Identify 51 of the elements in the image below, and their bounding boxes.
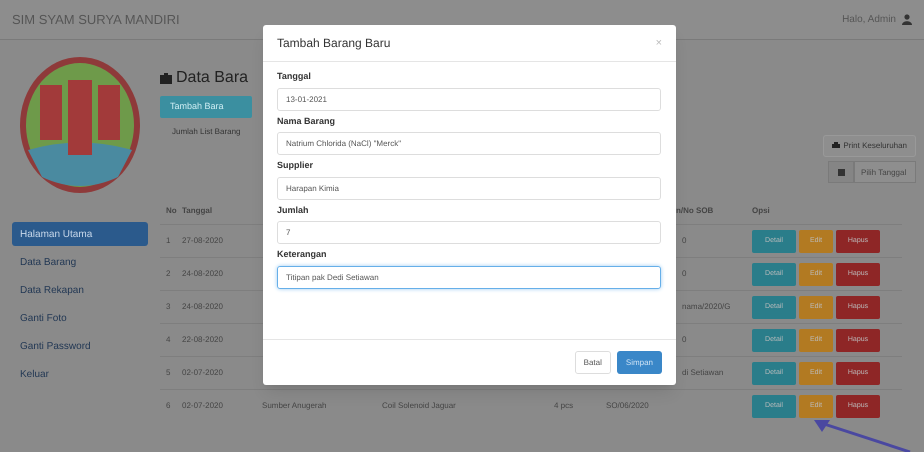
column-header: n/No SOB bbox=[675, 205, 714, 217]
date-field[interactable]: Pilih Tanggal bbox=[854, 161, 916, 183]
input-field[interactable]: Titipan pak Dedi Setiawan bbox=[277, 266, 661, 288]
table-cell: 02-07-2020 bbox=[180, 389, 262, 422]
calendar-icon bbox=[838, 168, 844, 176]
app-title: SIM SYAM SURYA MANDIRI bbox=[12, 10, 180, 29]
print-button[interactable]: Print Keseluruhan bbox=[823, 135, 916, 157]
user-icon[interactable] bbox=[902, 14, 912, 25]
input-field[interactable]: Natrium Chlorida (NaCl) "Merck" bbox=[277, 132, 661, 155]
sidebar-item[interactable]: Data Barang bbox=[12, 250, 148, 274]
table-cell: 22-08-2020 bbox=[180, 323, 262, 356]
column-header: No bbox=[165, 205, 178, 217]
modal-title: Tambah Barang Baru bbox=[277, 35, 390, 52]
table-cell: 4 bbox=[160, 323, 180, 356]
field-label: Keterangan bbox=[277, 248, 328, 261]
count-label: Jumlah List Barang bbox=[172, 126, 242, 138]
table-cell: Coil Solenoid Jaguar bbox=[374, 389, 554, 422]
table-cell: 6 bbox=[160, 389, 180, 422]
table-cell: 2 bbox=[160, 257, 180, 290]
close-button[interactable]: × bbox=[656, 34, 662, 52]
briefcase-icon bbox=[160, 72, 172, 84]
input-field[interactable]: Harapan Kimia bbox=[277, 176, 661, 200]
sidebar-item[interactable]: Halaman Utama bbox=[12, 222, 148, 246]
field-label: Supplier bbox=[277, 159, 314, 172]
table-cell: 1 bbox=[160, 224, 180, 257]
table-cell: 3 bbox=[160, 290, 180, 323]
field-label: Nama Barang bbox=[277, 114, 336, 128]
table-cell: 4 pcs bbox=[554, 389, 602, 422]
table-cell: 27-08-2020 bbox=[180, 224, 262, 257]
page-title: Data Bara bbox=[176, 68, 248, 88]
sidebar-item[interactable]: Data Rekapan bbox=[12, 278, 148, 302]
field-label: Tanggal bbox=[277, 70, 312, 83]
table-cell: 5 bbox=[160, 356, 180, 389]
table-cell: 02-07-2020 bbox=[180, 356, 262, 389]
input-field[interactable]: 13-01-2021 bbox=[277, 88, 661, 110]
table-cell: 24-08-2020 bbox=[180, 290, 262, 323]
save-button[interactable]: Simpan bbox=[616, 351, 662, 374]
field-label: Jumlah bbox=[277, 204, 310, 216]
user-greeting[interactable]: Halo, Admin bbox=[842, 12, 896, 27]
table-cell: SO/06/2020 bbox=[602, 389, 742, 422]
column-header: Opsi bbox=[752, 205, 770, 217]
column-header: Tanggal bbox=[181, 205, 214, 217]
sidebar-item[interactable]: Keluar bbox=[12, 362, 148, 386]
printer-icon bbox=[832, 142, 840, 150]
add-item-button[interactable]: Tambah Bara bbox=[160, 96, 252, 118]
table-cell: 24-08-2020 bbox=[180, 257, 262, 290]
sidebar-item[interactable]: Ganti Foto bbox=[12, 306, 148, 330]
cancel-button[interactable]: Batal bbox=[574, 351, 611, 374]
table-cell: Sumber Anugerah bbox=[262, 389, 374, 422]
input-field[interactable]: 7 bbox=[277, 221, 661, 244]
sidebar-item[interactable]: Ganti Password bbox=[12, 334, 148, 358]
